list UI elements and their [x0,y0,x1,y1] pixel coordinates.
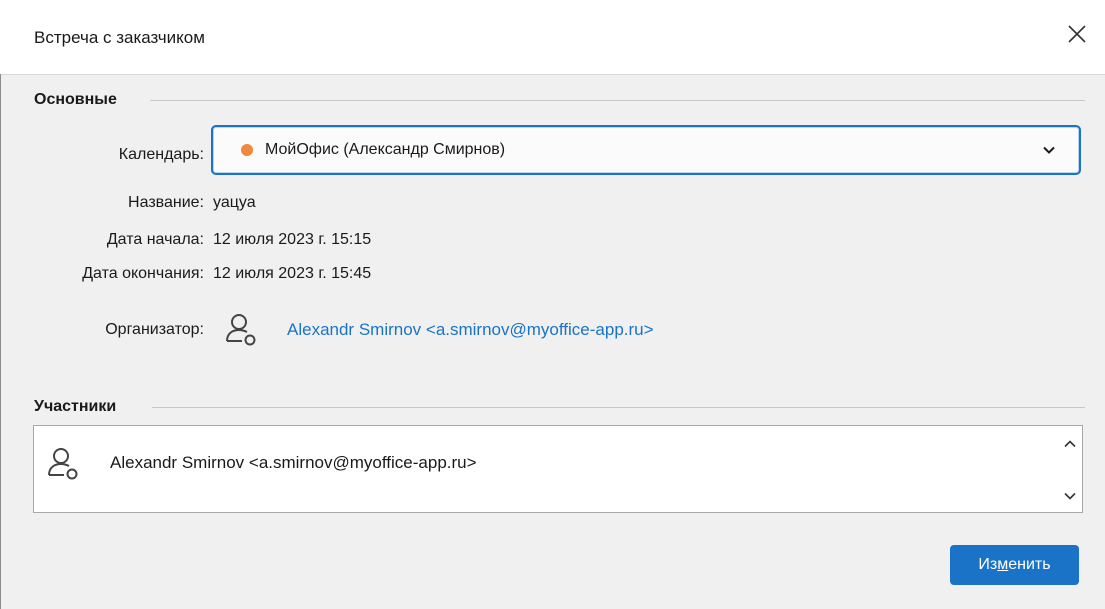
calendar-label: Календарь: [118,146,204,163]
start-date-value: 12 июля 2023 г. 15:15 [213,231,372,248]
chevron-up-icon [1064,440,1076,448]
name-value: уацуа [213,194,256,211]
scroll-down-button[interactable] [1062,488,1078,504]
scroll-up-button[interactable] [1062,436,1078,452]
section-main-header: Основные [34,91,117,108]
calendar-color-dot [241,144,253,156]
edit-button-mnemonic: м [997,556,1009,573]
section-participants-divider [152,407,1085,408]
organizer-label: Организатор: [105,321,204,338]
user-icon [48,448,78,480]
event-dialog: Встреча с заказчиком Основные Календарь:… [0,0,1105,609]
window-edge [0,74,1,609]
chevron-down-icon [1064,492,1076,500]
title-bar: Встреча с заказчиком [0,0,1105,75]
end-date-value: 12 июля 2023 г. 15:45 [213,265,372,282]
participants-list[interactable]: Alexandr Smirnov <a.smirnov@myoffice-app… [33,425,1083,513]
section-main-divider [150,100,1085,101]
start-date-label: Дата начала: [106,231,204,248]
name-label: Название: [128,194,204,211]
dialog-title: Встреча с заказчиком [34,28,205,47]
end-date-label: Дата окончания: [82,265,204,282]
close-icon [1068,25,1086,43]
participant-name: Alexandr Smirnov <a.smirnov@myoffice-app… [110,453,477,472]
calendar-select-value: МойОфис (Александр Смирнов) [265,141,506,158]
list-item[interactable]: Alexandr Smirnov <a.smirnov@myoffice-app… [34,426,1044,496]
chevron-down-icon [1043,146,1055,154]
section-participants-header: Участники [34,398,117,415]
user-icon [226,314,256,346]
organizer-link[interactable]: Alexandr Smirnov <a.smirnov@myoffice-app… [287,320,654,340]
edit-button-label-prefix: Из [978,556,998,573]
edit-button-label-suffix: енить [1008,556,1051,573]
edit-button[interactable]: Из м енить [950,545,1079,585]
calendar-select[interactable]: МойОфис (Александр Смирнов) [211,125,1081,175]
close-button[interactable] [1057,14,1097,54]
